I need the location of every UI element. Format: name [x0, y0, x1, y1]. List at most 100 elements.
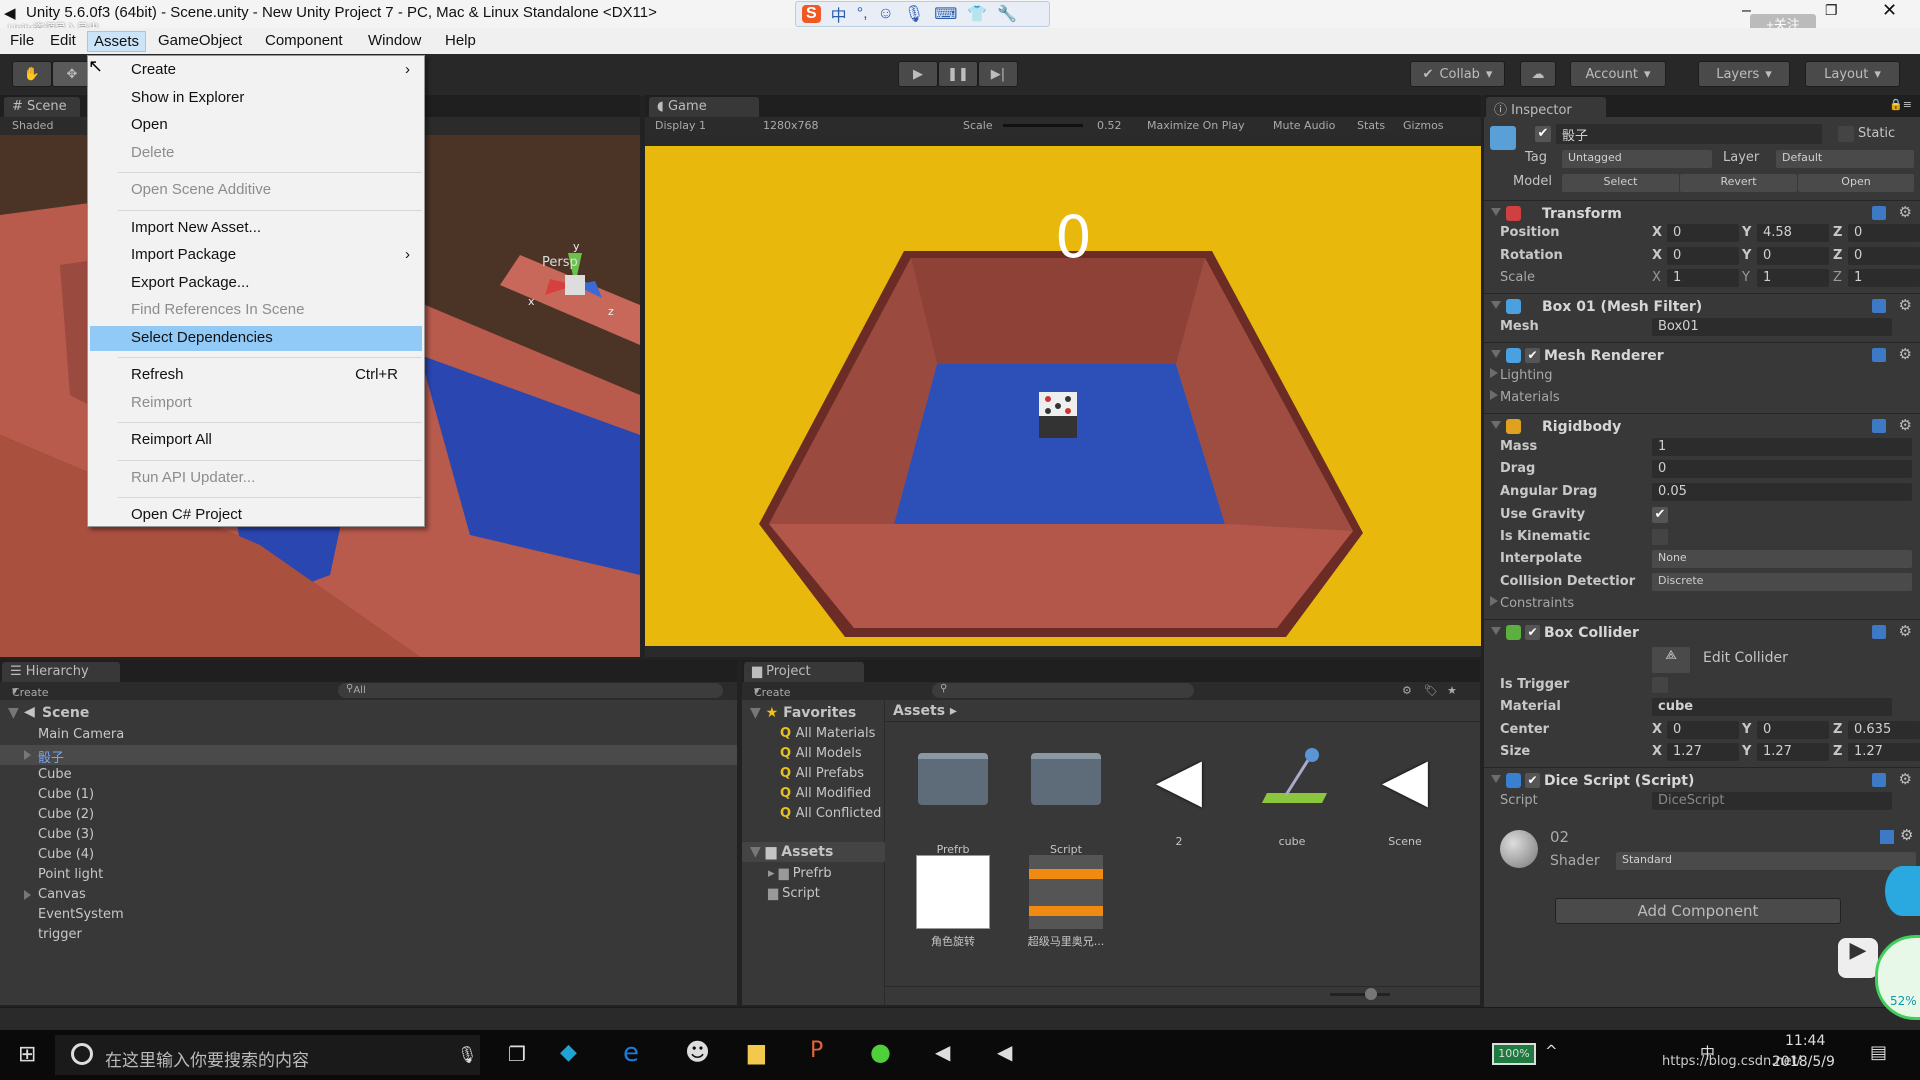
hierarchy-item[interactable]: Cube (4): [0, 845, 737, 865]
hierarchy-item[interactable]: Cube (1): [0, 785, 737, 805]
gear-icon[interactable]: ⚙: [1899, 296, 1912, 314]
hierarchy-item[interactable]: Cube (2): [0, 805, 737, 825]
interpolate-row-field[interactable]: None: [1652, 550, 1912, 568]
center-row-z-field[interactable]: 0.635: [1848, 721, 1920, 739]
maximize-on-play-toggle[interactable]: Maximize On Play: [1147, 119, 1245, 132]
expand-triangle-icon[interactable]: [24, 750, 31, 760]
tab-game[interactable]: ◖ Game: [649, 97, 759, 117]
active-checkbox[interactable]: ✔: [1535, 126, 1551, 142]
tools-icon[interactable]: 🔧: [997, 4, 1017, 24]
lock-icon[interactable]: 🔒≡: [1889, 98, 1912, 111]
foldout-triangle-icon[interactable]: [1490, 390, 1498, 400]
expand-triangle-icon[interactable]: [24, 890, 31, 900]
menu-component[interactable]: Component: [259, 31, 349, 50]
menu-help[interactable]: Help: [439, 31, 482, 50]
help-book-icon[interactable]: [1872, 773, 1886, 787]
favorite-item[interactable]: Q All Prefabs: [780, 766, 884, 781]
box-collider-header[interactable]: ✔ Box Collider ⚙: [1484, 619, 1920, 645]
help-book-icon[interactable]: [1872, 625, 1886, 639]
windows-start-icon[interactable]: ⊞: [18, 1042, 36, 1067]
menu-item-show-in-explorer[interactable]: Show in Explorer: [90, 86, 422, 111]
asset-audio-clip[interactable]: 超级马里奥兄...: [1011, 855, 1121, 949]
stats-toggle[interactable]: Stats: [1357, 119, 1385, 132]
rotation-row-x-field[interactable]: 0: [1667, 247, 1739, 265]
edge-icon[interactable]: e: [623, 1038, 639, 1068]
tray-chevron-icon[interactable]: ^: [1545, 1042, 1558, 1060]
enabled-checkbox[interactable]: ✔: [1525, 773, 1540, 788]
asset-folder[interactable]: Script: [1011, 745, 1121, 856]
asset-image-thumbnail[interactable]: 角色旋转: [898, 855, 1008, 949]
hierarchy-item[interactable]: Point light: [0, 865, 737, 885]
hierarchy-item[interactable]: Main Camera: [0, 725, 737, 745]
mute-audio-toggle[interactable]: Mute Audio: [1273, 119, 1335, 132]
gear-icon[interactable]: ⚙: [1899, 770, 1912, 788]
script-row-field[interactable]: DiceScript: [1652, 792, 1892, 810]
asset-physic-material[interactable]: cube: [1237, 745, 1347, 848]
expand-triangle-icon[interactable]: ▼: [8, 705, 19, 721]
menu-edit[interactable]: Edit: [44, 31, 82, 50]
menu-item-open-c#-project[interactable]: Open C# Project: [90, 503, 422, 528]
rotation-row-y-field[interactable]: 0: [1757, 247, 1829, 265]
breadcrumb[interactable]: Assets ▸: [885, 700, 1480, 722]
scale-row-y-field[interactable]: 1: [1757, 269, 1829, 287]
asset-folder[interactable]: Prefrb: [898, 745, 1008, 856]
model-open-button[interactable]: Open: [1798, 174, 1914, 192]
tab-scene[interactable]: # Scene: [4, 97, 80, 117]
collab-button[interactable]: ✔ Collab ▾: [1410, 61, 1505, 87]
enabled-checkbox[interactable]: ✔: [1525, 625, 1540, 640]
mic-icon[interactable]: 🎙: [457, 1045, 477, 1064]
layout-button[interactable]: Layout ▾: [1805, 61, 1900, 87]
add-component-button[interactable]: Add Component: [1555, 898, 1841, 924]
hierarchy-item[interactable]: Cube (3): [0, 825, 737, 845]
drag-row-field[interactable]: 0: [1652, 460, 1912, 478]
menu-file[interactable]: File: [4, 31, 40, 50]
menu-assets[interactable]: Assets: [87, 31, 147, 52]
position-row-z-field[interactable]: 0: [1848, 224, 1920, 242]
pause-button[interactable]: ❚❚: [938, 61, 978, 87]
menu-item-import-package[interactable]: Import Package ›: [90, 243, 422, 268]
size-row-z-field[interactable]: 1.27: [1848, 743, 1920, 761]
emoji-icon[interactable]: ☺: [878, 5, 894, 23]
gear-icon[interactable]: ⚙: [1899, 203, 1912, 221]
tab-hierarchy[interactable]: ☰ Hierarchy: [2, 662, 120, 682]
hierarchy-item[interactable]: Canvas: [0, 885, 737, 905]
layer-dropdown[interactable]: Default: [1776, 150, 1914, 168]
hierarchy-item[interactable]: Cube: [0, 765, 737, 785]
favorites-header[interactable]: ▼ ★ Favorites: [750, 705, 856, 721]
menu-item-create[interactable]: Create ›: [90, 58, 422, 83]
skin-icon[interactable]: 👕: [967, 4, 987, 24]
notification-icon[interactable]: ▤: [1870, 1042, 1887, 1063]
mic-icon[interactable]: 🎙: [904, 4, 924, 24]
center-row-x-field[interactable]: 0: [1667, 721, 1739, 739]
project-tree-folder[interactable]: ▸ ▆ Prefrb: [768, 866, 832, 881]
gear-icon[interactable]: ⚙: [1899, 622, 1912, 640]
powerpoint-icon[interactable]: P: [810, 1038, 823, 1063]
menu-window[interactable]: Window: [362, 31, 427, 50]
project-search-input[interactable]: ⚲: [932, 683, 1194, 698]
tab-project[interactable]: ▆ Project: [744, 662, 864, 682]
gear-icon[interactable]: ⚙: [1899, 416, 1912, 434]
favorite-item[interactable]: Q All Models: [780, 746, 884, 761]
static-checkbox[interactable]: [1838, 126, 1854, 142]
hierarchy-create-button[interactable]: Create ▾: [12, 684, 49, 699]
center-row-y-field[interactable]: 0: [1757, 721, 1829, 739]
asset-unity-scene[interactable]: ◀ 2: [1124, 745, 1234, 848]
enabled-checkbox[interactable]: ✔: [1525, 348, 1540, 363]
layers-button[interactable]: Layers ▾: [1698, 61, 1790, 87]
model-select-button[interactable]: Select: [1562, 174, 1679, 192]
tag-dropdown[interactable]: Untagged: [1562, 150, 1712, 168]
shader-dropdown[interactable]: Standard: [1616, 852, 1916, 870]
punctuation-icon[interactable]: °,: [857, 5, 868, 23]
slider-thumb[interactable]: [1365, 988, 1377, 1000]
account-button[interactable]: Account ▾: [1570, 61, 1666, 87]
favorite-item[interactable]: Q All Conflicted: [780, 806, 884, 821]
favorite-item[interactable]: Q All Materials: [780, 726, 884, 741]
collider-material-row-field[interactable]: cube: [1652, 698, 1892, 716]
gear-icon[interactable]: ⚙: [1900, 826, 1913, 844]
project-create-button[interactable]: Create ▾: [754, 684, 791, 699]
project-tree-folder[interactable]: ▆ Script: [768, 886, 820, 901]
is-kinematic-row-checkbox[interactable]: [1652, 529, 1668, 545]
user-app-icon[interactable]: ☻: [685, 1038, 710, 1066]
file-explorer-icon[interactable]: ▆: [748, 1040, 765, 1065]
angular-drag-row-field[interactable]: 0.05: [1652, 483, 1912, 501]
